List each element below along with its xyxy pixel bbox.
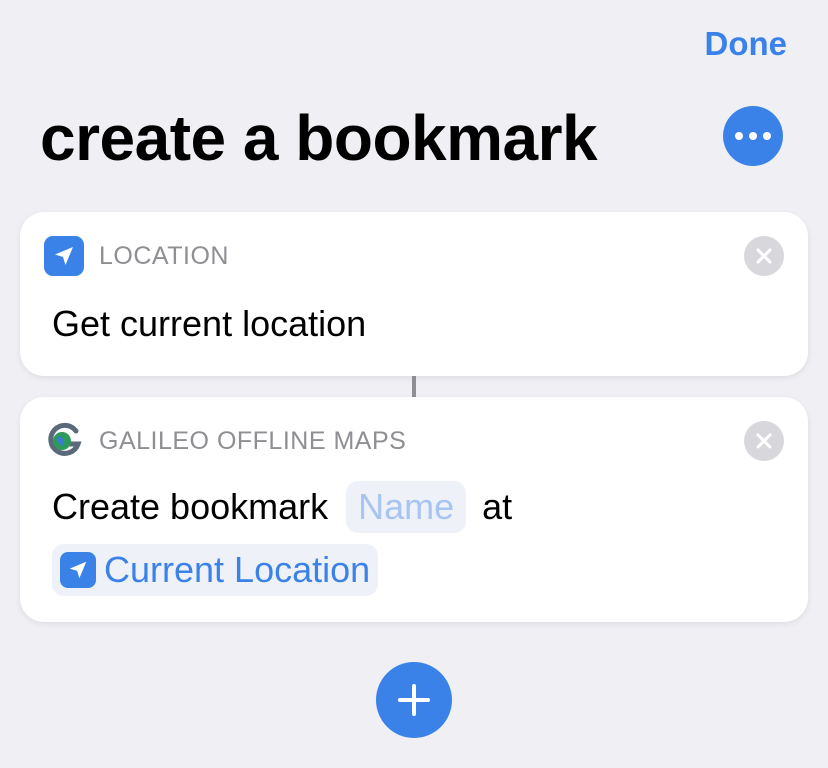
action-connector [412,376,416,397]
name-parameter-field[interactable]: Name [346,481,467,533]
close-icon [756,248,772,264]
action-card-get-location[interactable]: LOCATION Get current location [20,212,808,376]
action-text: Get current location [52,303,367,344]
close-icon [756,433,772,449]
location-variable-label: Current Location [104,549,371,590]
card-header: GALILEO OFFLINE MAPS [44,421,406,461]
location-variable-token[interactable]: Current Location [52,544,379,596]
action-sentence: Create bookmark Name at [52,481,512,533]
ellipsis-dot [749,132,757,140]
ellipsis-dot [763,132,771,140]
ellipsis-dot [735,132,743,140]
action-text: Create bookmark [52,486,329,527]
location-arrow-icon [44,236,84,276]
action-category-label: GALILEO OFFLINE MAPS [99,426,407,455]
location-arrow-icon [60,552,96,588]
card-header: LOCATION [44,236,229,276]
remove-action-button[interactable] [744,236,784,276]
action-category-label: LOCATION [99,241,229,270]
done-button[interactable]: Done [705,24,788,64]
plus-icon [398,684,430,716]
remove-action-button[interactable] [744,421,784,461]
galileo-app-icon [44,421,84,461]
action-text-connector: at [482,486,513,527]
page-title: create a bookmark [40,102,598,174]
action-card-create-bookmark[interactable]: GALILEO OFFLINE MAPS Create bookmark Nam… [20,397,808,622]
more-options-button[interactable] [723,106,783,166]
add-action-button[interactable] [376,662,452,738]
